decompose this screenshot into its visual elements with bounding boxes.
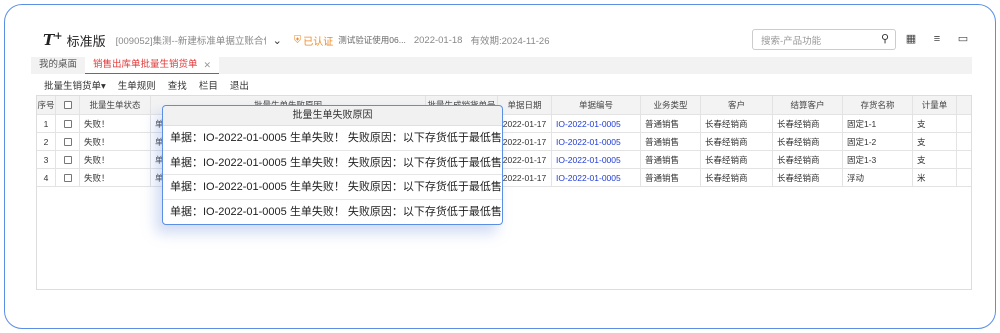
exit-button[interactable]: 退出 xyxy=(230,78,249,92)
login-date: 2022-01-18 xyxy=(413,34,463,46)
row-btype: 普通销售 xyxy=(641,169,701,186)
popup-reason-line: 单据：IO-2022-01-0005 生单失败！ 失败原因：以下存货低于最低售价… xyxy=(163,126,502,151)
top-header: T+ 标准版 [009052]集测--新建标准单据立账合伙... ⌄ ⛨ 已认证… xyxy=(31,24,972,56)
verified-badge: 已认证 xyxy=(303,36,334,48)
tab-bar: 我的桌面 销售出库单批量生销货单 ✕ xyxy=(31,57,972,74)
col-header-date: 单据日期 xyxy=(498,96,552,114)
row-btype: 普通销售 xyxy=(641,115,701,132)
row-btype: 普通销售 xyxy=(641,151,701,168)
tab-batch-sales[interactable]: 销售出库单批量生销货单 ✕ xyxy=(85,57,220,74)
row-settle-customer: 长春经销商 xyxy=(773,151,843,168)
row-index: 1 xyxy=(37,115,56,132)
search-placeholder: 搜索-产品功能 xyxy=(761,35,822,47)
expiry-date: 有效期:2024-11-26 xyxy=(470,36,550,47)
col-header-status: 批量生单状态 xyxy=(80,96,151,114)
col-header-code: 单据编号 xyxy=(552,96,641,114)
row-btype: 普通销售 xyxy=(641,133,701,150)
app-logo: T+ xyxy=(43,31,63,49)
calculator-icon[interactable]: ▦ xyxy=(904,32,918,46)
row-customer: 长春经销商 xyxy=(701,133,773,150)
row-status: 失败！ xyxy=(80,115,151,132)
row-inventory: 固定1-3 xyxy=(843,151,913,168)
row-inventory: 固定1-2 xyxy=(843,133,913,150)
row-date: 2022-01-17 xyxy=(498,115,552,132)
row-settle-customer: 长春经销商 xyxy=(773,169,843,186)
gen-rules-button[interactable]: 生单规则 xyxy=(118,78,156,92)
find-button[interactable]: 查找 xyxy=(168,78,187,92)
popup-title: 批量生单失败原因 xyxy=(163,106,502,126)
row-status: 失败！ xyxy=(80,133,151,150)
popup-reason-line: 单据：IO-2022-01-0005 生单失败！ 失败原因：以下存货低于最低售价… xyxy=(163,151,502,175)
trial-text: 测试验证使用06... xyxy=(338,35,406,45)
screen-icon[interactable]: ▭ xyxy=(956,32,970,46)
row-checkbox[interactable] xyxy=(56,169,80,186)
checklist-icon[interactable]: ≡ xyxy=(930,32,944,46)
row-settle-customer: 长春经销商 xyxy=(773,133,843,150)
row-unit: 支 xyxy=(913,133,957,150)
col-header-btype: 业务类型 xyxy=(641,96,701,114)
col-header-inventory: 存货名称 xyxy=(843,96,913,114)
close-icon[interactable]: ✕ xyxy=(204,57,212,73)
row-code-link[interactable]: IO-2022-01-0005 xyxy=(552,115,641,132)
select-all-checkbox[interactable] xyxy=(56,96,80,114)
row-inventory: 浮动 xyxy=(843,169,913,186)
row-date: 2022-01-17 xyxy=(498,133,552,150)
row-customer: 长春经销商 xyxy=(701,151,773,168)
failure-reason-popup: 批量生单失败原因 单据：IO-2022-01-0005 生单失败！ 失败原因：以… xyxy=(162,105,503,225)
row-checkbox[interactable] xyxy=(56,133,80,150)
search-icon[interactable]: ⚲ xyxy=(881,32,889,45)
row-date: 2022-01-17 xyxy=(498,169,552,186)
search-input[interactable]: 搜索-产品功能 ⚲ xyxy=(752,29,896,50)
tab-desktop[interactable]: 我的桌面 xyxy=(31,57,85,74)
row-status: 失败！ xyxy=(80,151,151,168)
row-unit: 支 xyxy=(913,151,957,168)
row-checkbox[interactable] xyxy=(56,115,80,132)
toolbar: 批量生销货单▾ 生单规则 查找 栏目 退出 xyxy=(31,75,972,94)
col-header-unit: 计量单 xyxy=(913,96,957,114)
columns-button[interactable]: 栏目 xyxy=(199,78,218,92)
row-status: 失败！ xyxy=(80,169,151,186)
col-header-customer: 客户 xyxy=(701,96,773,114)
row-checkbox[interactable] xyxy=(56,151,80,168)
row-customer: 长春经销商 xyxy=(701,115,773,132)
row-unit: 米 xyxy=(913,169,957,186)
row-inventory: 固定1-1 xyxy=(843,115,913,132)
row-code-link[interactable]: IO-2022-01-0005 xyxy=(552,169,641,186)
col-header-settle-customer: 结算客户 xyxy=(773,96,843,114)
popup-reason-line: 单据：IO-2022-01-0005 生单失败！ 失败原因：以下存货低于最低售价… xyxy=(170,205,502,218)
edition-label: 标准版 xyxy=(66,33,106,49)
row-settle-customer: 长春经销商 xyxy=(773,115,843,132)
col-header-index: 序号 xyxy=(37,96,56,114)
account-selector[interactable]: [009052]集测--新建标准单据立账合伙... xyxy=(116,33,266,47)
row-index: 3 xyxy=(37,151,56,168)
row-code-link[interactable]: IO-2022-01-0005 xyxy=(552,151,641,168)
row-unit: 支 xyxy=(913,115,957,132)
row-index: 2 xyxy=(37,133,56,150)
row-date: 2022-01-17 xyxy=(498,151,552,168)
shield-icon: ⛨ xyxy=(293,34,302,46)
chevron-down-icon[interactable]: ⌄ xyxy=(273,34,282,47)
popup-reason-line: 单据：IO-2022-01-0005 生单失败！ 失败原因：以下存货低于最低售价… xyxy=(163,175,502,200)
row-customer: 长春经销商 xyxy=(701,169,773,186)
batch-generate-menu[interactable]: 批量生销货单▾ xyxy=(44,78,106,92)
row-code-link[interactable]: IO-2022-01-0005 xyxy=(552,133,641,150)
row-index: 4 xyxy=(37,169,56,186)
